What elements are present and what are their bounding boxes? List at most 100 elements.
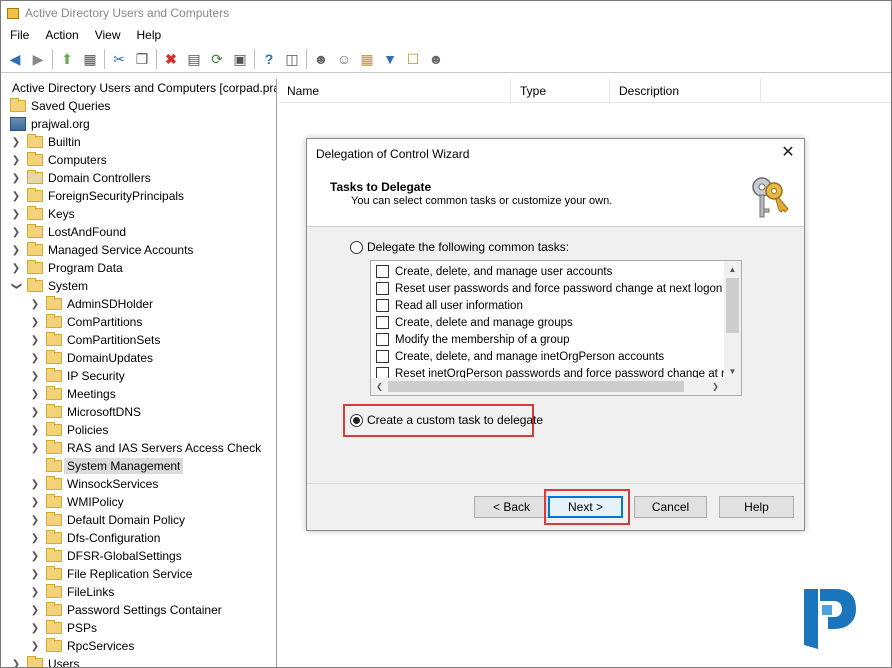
chevron-right-icon[interactable]: ❯ xyxy=(10,151,22,169)
task-checkbox[interactable] xyxy=(376,265,389,278)
chevron-right-icon[interactable] xyxy=(29,457,41,475)
menu-action[interactable]: Action xyxy=(36,28,85,42)
chevron-right-icon[interactable]: ❯ xyxy=(29,349,41,367)
task-item[interactable]: Modify the membership of a group xyxy=(376,331,570,348)
tree-item-saved-queries[interactable]: Saved Queries xyxy=(10,97,110,115)
tree-item-builtin[interactable]: ❯ Builtin xyxy=(10,133,81,151)
tree-item-adminsdholder[interactable]: ❯ AdminSDHolder xyxy=(29,295,153,313)
tree-root[interactable]: Active Directory Users and Computers [co… xyxy=(5,79,276,97)
task-checkbox[interactable] xyxy=(376,282,389,295)
tree-item-microsoftdns[interactable]: ❯ MicrosoftDNS xyxy=(29,403,141,421)
next-button[interactable]: Next > xyxy=(548,496,623,518)
menu-file[interactable]: File xyxy=(1,28,36,42)
new-ou-icon[interactable]: ▦ xyxy=(357,49,377,69)
tree-item-default-domain-policy[interactable]: ❯ Default Domain Policy xyxy=(29,511,185,529)
add-to-group-icon[interactable]: ☻ xyxy=(426,49,446,69)
refresh-icon[interactable]: ⟳ xyxy=(207,49,227,69)
task-checkbox[interactable] xyxy=(376,350,389,363)
tree-item-domainupdates[interactable]: ❯ DomainUpdates xyxy=(29,349,153,367)
task-checkbox[interactable] xyxy=(376,333,389,346)
chevron-right-icon[interactable]: ❯ xyxy=(29,511,41,529)
chevron-right-icon[interactable]: ❯ xyxy=(29,637,41,655)
chevron-right-icon[interactable]: ❯ xyxy=(29,367,41,385)
chevron-right-icon[interactable]: ❯ xyxy=(29,583,41,601)
tree-item-domain-controllers[interactable]: ❯ Domain Controllers xyxy=(10,169,151,187)
chevron-down-icon[interactable]: ❮ xyxy=(7,280,25,292)
task-list-vertical-scrollbar[interactable]: ▲ ▼ xyxy=(724,261,741,380)
copy-icon[interactable]: ❐ xyxy=(132,49,152,69)
show-tree-icon[interactable]: ▦ xyxy=(80,49,100,69)
chevron-right-icon[interactable]: ❯ xyxy=(10,205,22,223)
cut-icon[interactable]: ✂ xyxy=(109,49,129,69)
chevron-right-icon[interactable]: ❯ xyxy=(29,475,41,493)
filter-icon[interactable]: ▼ xyxy=(380,49,400,69)
show-pane-icon[interactable]: ◫ xyxy=(282,49,302,69)
chevron-right-icon[interactable]: ❯ xyxy=(29,385,41,403)
tree-item-system[interactable]: ❮ System xyxy=(10,277,88,295)
new-user-icon[interactable]: ☻ xyxy=(311,49,331,69)
chevron-right-icon[interactable]: ❯ xyxy=(29,547,41,565)
new-group-icon[interactable]: ☺ xyxy=(334,49,354,69)
tree-item-lostandfound[interactable]: ❯ LostAndFound xyxy=(10,223,126,241)
chevron-right-icon[interactable]: ❯ xyxy=(29,529,41,547)
tree-item-users[interactable]: ❯ Users xyxy=(10,655,79,668)
menu-help[interactable]: Help xyxy=(128,28,169,42)
chevron-right-icon[interactable]: ❯ xyxy=(29,439,41,457)
radio-common-dot[interactable] xyxy=(350,240,363,254)
tree-item-wmipolicy[interactable]: ❯ WMIPolicy xyxy=(29,493,124,511)
chevron-right-icon[interactable]: ❯ xyxy=(10,655,22,668)
task-item[interactable]: Read all user information xyxy=(376,297,523,314)
tree-item-managed-service-accounts[interactable]: ❯ Managed Service Accounts xyxy=(10,241,193,259)
chevron-right-icon[interactable]: ❯ xyxy=(29,313,41,331)
task-item[interactable]: Create, delete, and manage user accounts xyxy=(376,263,612,280)
cancel-button[interactable]: Cancel xyxy=(634,496,707,518)
menu-view[interactable]: View xyxy=(86,28,128,42)
task-checkbox[interactable] xyxy=(376,316,389,329)
tree-item-policies[interactable]: ❯ Policies xyxy=(29,421,108,439)
chevron-right-icon[interactable]: ❯ xyxy=(29,619,41,637)
tree-item-program-data[interactable]: ❯ Program Data xyxy=(10,259,123,277)
back-button[interactable]: < Back xyxy=(474,496,549,518)
task-item[interactable]: Create, delete, and manage inetOrgPerson… xyxy=(376,348,664,365)
task-checkbox[interactable] xyxy=(376,299,389,312)
chevron-right-icon[interactable]: ❯ xyxy=(29,295,41,313)
properties-icon[interactable]: ▤ xyxy=(184,49,204,69)
close-icon[interactable]: ✕ xyxy=(780,145,796,161)
task-item[interactable]: Create, delete and manage groups xyxy=(376,314,573,331)
find-icon[interactable]: ☐ xyxy=(403,49,423,69)
delete-icon[interactable]: ✖ xyxy=(161,49,181,69)
tree-item-compartitions[interactable]: ❯ ComPartitions xyxy=(29,313,142,331)
chevron-right-icon[interactable]: ❯ xyxy=(10,169,22,187)
tree-item-keys[interactable]: ❯ Keys xyxy=(10,205,75,223)
task-list-horizontal-scrollbar[interactable]: ❮ ❯ xyxy=(371,378,724,395)
chevron-right-icon[interactable]: ❯ xyxy=(10,133,22,151)
up-folder-icon[interactable]: ⬆ xyxy=(57,49,77,69)
radio-common-tasks[interactable]: Delegate the following common tasks: xyxy=(350,240,569,254)
tree-item-rpcservices[interactable]: ❯ RpcServices xyxy=(29,637,134,655)
scroll-right-icon[interactable]: ❯ xyxy=(707,378,724,395)
export-icon[interactable]: ▣ xyxy=(230,49,250,69)
tree-item-ras-and-ias-servers-access-check[interactable]: ❯ RAS and IAS Servers Access Check xyxy=(29,439,261,457)
tree-item-psps[interactable]: ❯ PSPs xyxy=(29,619,97,637)
chevron-right-icon[interactable]: ❯ xyxy=(29,493,41,511)
column-name[interactable]: Name xyxy=(278,79,511,103)
tree-item-domain[interactable]: prajwal.org xyxy=(10,115,90,133)
scroll-up-icon[interactable]: ▲ xyxy=(724,261,741,278)
help-button[interactable]: Help xyxy=(719,496,794,518)
tree-item-ip-security[interactable]: ❯ IP Security xyxy=(29,367,125,385)
scroll-thumb[interactable] xyxy=(726,278,739,333)
tree-item-foreignsecurityprincipals[interactable]: ❯ ForeignSecurityPrincipals xyxy=(10,187,184,205)
radio-custom-dot[interactable] xyxy=(350,413,363,427)
tree-item-compartitionsets[interactable]: ❯ ComPartitionSets xyxy=(29,331,160,349)
chevron-right-icon[interactable]: ❯ xyxy=(10,187,22,205)
chevron-right-icon[interactable]: ❯ xyxy=(29,403,41,421)
forward-arrow-icon[interactable]: ▶ xyxy=(28,49,48,69)
chevron-right-icon[interactable]: ❯ xyxy=(10,223,22,241)
chevron-right-icon[interactable]: ❯ xyxy=(29,331,41,349)
scroll-left-icon[interactable]: ❮ xyxy=(371,378,388,395)
hscroll-thumb[interactable] xyxy=(388,381,684,392)
chevron-right-icon[interactable]: ❯ xyxy=(29,421,41,439)
radio-custom-task[interactable]: Create a custom task to delegate xyxy=(350,413,543,427)
column-description[interactable]: Description xyxy=(610,79,761,103)
tree-item-winsockservices[interactable]: ❯ WinsockServices xyxy=(29,475,158,493)
